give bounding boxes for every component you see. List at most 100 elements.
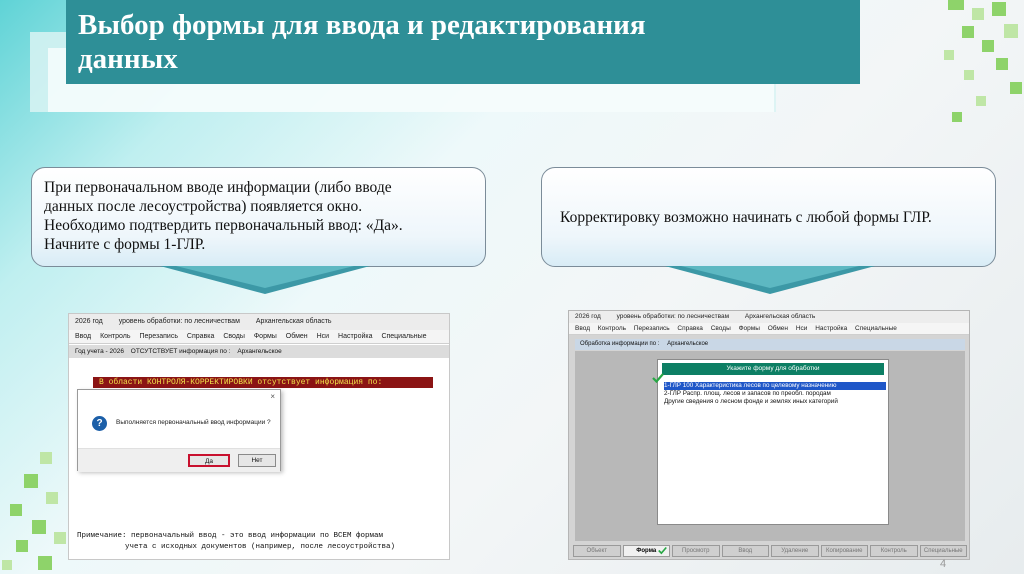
menu-item-input[interactable]: Ввод: [575, 325, 590, 332]
info-year: Год учета - 2026: [75, 348, 124, 355]
callout-arrow-left: [160, 266, 370, 294]
decor-square: [952, 112, 962, 122]
menu-item-control[interactable]: Контроль: [598, 325, 626, 332]
slide-title-line1: Выбор формы для ввода и редактирования: [78, 9, 646, 41]
dialog-message: Выполняется первоначальный ввод информац…: [116, 419, 271, 426]
callout-line: Начните с формы 1-ГЛР.: [44, 236, 206, 253]
confirm-dialog: × ? Выполняется первоначальный ввод инфо…: [77, 389, 281, 472]
menu-bar: Ввод Контроль Перезапись Справка Своды Ф…: [569, 323, 969, 335]
decor-square: [16, 540, 28, 552]
menu-item-exchange[interactable]: Обмен: [768, 325, 788, 332]
processing-level-label: уровень обработки: по лесничествам: [616, 313, 730, 320]
decor-square: [10, 504, 22, 516]
question-icon: ?: [92, 416, 107, 431]
callout-line: Необходимо подтвердить первоначальный вв…: [44, 217, 403, 234]
slide-title-line2: данных: [78, 43, 178, 75]
menu-item-input[interactable]: Ввод: [75, 333, 91, 340]
decor-square: [1004, 24, 1018, 38]
decor-square: [982, 40, 994, 52]
decor-square: [948, 0, 964, 10]
callout-initial-input: При первоначальном вводе информации (либ…: [31, 167, 486, 267]
info-processing: Обработка информации по :: [580, 341, 660, 347]
decor-square: [964, 70, 974, 80]
decor-square: [962, 26, 974, 38]
decor-square: [1010, 82, 1022, 94]
special-button[interactable]: Специальные: [919, 545, 967, 557]
slide-title: Выбор формы для ввода и редактирования д…: [66, 0, 860, 84]
callout-line: При первоначальном вводе информации (либ…: [44, 179, 392, 196]
form-option-1[interactable]: 1-ГЛР 100 Характеристика лесов по целево…: [664, 382, 886, 390]
checkmark-icon: [658, 546, 667, 555]
copy-button[interactable]: Копирование: [820, 545, 868, 557]
form-option-2[interactable]: 2-ГЛР Распр. площ. лесов и запасов по пр…: [664, 390, 886, 398]
note-line: Примечание: первоначальный ввод - это вв…: [77, 532, 384, 540]
menu-item-exchange[interactable]: Обмен: [286, 333, 308, 340]
processing-level-label: уровень обработки: по лесничествам: [118, 318, 240, 325]
menu-item-settings[interactable]: Настройка: [815, 325, 847, 332]
screenshot-initial-input: 2026 год уровень обработки: по лесничест…: [68, 313, 450, 560]
callout-text: Корректировку возможно начинать с любой …: [560, 209, 932, 226]
screenshot-form-select: 2026 год уровень обработки: по лесничест…: [568, 310, 970, 560]
app-status-bar: 2026 год уровень обработки: по лесничест…: [569, 311, 969, 323]
form-option-3[interactable]: Другие сведения о лесном фонде и землях …: [664, 398, 886, 406]
menu-item-summaries[interactable]: Своды: [711, 325, 731, 332]
note-line: учета с исходных документов (например, п…: [125, 543, 396, 551]
info-region: Архангельское: [667, 341, 709, 347]
callout-correction: Корректировку возможно начинать с любой …: [541, 167, 996, 267]
page-number: 4: [940, 558, 947, 570]
menu-item-settings[interactable]: Настройка: [338, 333, 372, 340]
view-button[interactable]: Просмотр: [672, 545, 720, 557]
form-button-label: Форма: [636, 548, 657, 554]
decor-square: [992, 2, 1006, 16]
input-button[interactable]: Ввод: [721, 545, 769, 557]
menu-item-special[interactable]: Специальные: [381, 333, 426, 340]
info-region: Архангельское: [237, 348, 282, 355]
menu-item-nsi[interactable]: Нси: [317, 333, 329, 340]
decor-square: [2, 560, 12, 570]
info-missing: ОТСУТСТВУЕТ информация по :: [130, 348, 231, 355]
decor-square: [976, 96, 986, 106]
decor-square: [944, 50, 954, 60]
info-bar: Обработка информации по : Архангельское: [575, 339, 965, 350]
dialog-footer: Да Нет: [78, 448, 280, 472]
decor-square: [38, 556, 52, 570]
menu-item-control[interactable]: Контроль: [100, 333, 130, 340]
delete-button[interactable]: Удаление: [771, 545, 819, 557]
decor-square: [40, 452, 52, 464]
decor-square: [972, 8, 984, 20]
menu-item-nsi[interactable]: Нси: [796, 325, 808, 332]
no-button[interactable]: Нет: [238, 454, 276, 467]
decor-square: [32, 520, 46, 534]
region-label: Архангельская область: [255, 318, 332, 325]
region-label: Архангельская область: [744, 313, 816, 320]
menu-item-rewrite[interactable]: Перезапись: [634, 325, 670, 332]
decor-square: [54, 532, 66, 544]
bottom-toolbar: Объект Форма Просмотр Ввод Удаление Копи…: [573, 545, 967, 557]
checkmark-icon: [652, 373, 664, 384]
callout-line: данных после лесоустройства) появляется …: [44, 198, 363, 215]
menu-item-help[interactable]: Справка: [187, 333, 214, 340]
info-bar: Год учета - 2026 ОТСУТСТВУЕТ информация …: [69, 345, 449, 358]
decor-square: [996, 58, 1008, 70]
menu-item-forms[interactable]: Формы: [254, 333, 277, 340]
callout-arrow-right: [665, 266, 875, 294]
menu-item-special[interactable]: Специальные: [855, 325, 897, 332]
form-button[interactable]: Форма: [622, 545, 670, 557]
year-label: 2026 год: [575, 313, 601, 320]
year-label: 2026 год: [75, 318, 103, 325]
decor-square: [46, 492, 58, 504]
menu-item-forms[interactable]: Формы: [739, 325, 760, 332]
menu-item-summaries[interactable]: Своды: [223, 333, 245, 340]
warning-banner: В области КОНТРОЛЯ-КОРРЕКТИРОВКИ отсутст…: [93, 377, 433, 388]
app-status-bar: 2026 год уровень обработки: по лесничест…: [69, 314, 449, 330]
menu-item-rewrite[interactable]: Перезапись: [139, 333, 178, 340]
menu-bar: Ввод Контроль Перезапись Справка Своды Ф…: [69, 330, 449, 344]
menu-item-help[interactable]: Справка: [677, 325, 703, 332]
close-icon[interactable]: ×: [270, 392, 275, 401]
form-select-dialog: Укажите форму для обработки 1-ГЛР 100 Ха…: [652, 359, 889, 525]
object-button[interactable]: Объект: [573, 545, 621, 557]
control-button[interactable]: Контроль: [870, 545, 918, 557]
dialog-header: Укажите форму для обработки: [662, 363, 884, 375]
note-text: Примечание: первоначальный ввод - это вв…: [77, 531, 395, 553]
yes-button[interactable]: Да: [188, 454, 230, 467]
